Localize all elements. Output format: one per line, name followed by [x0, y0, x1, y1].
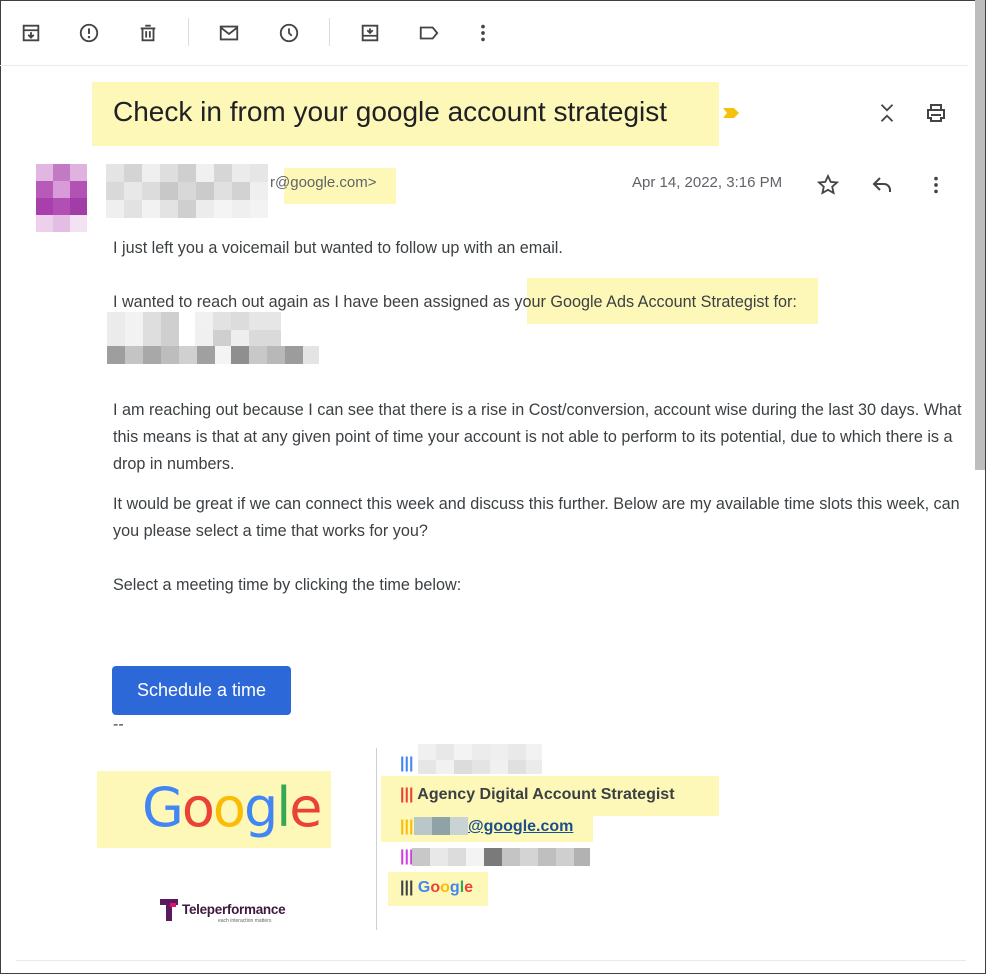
- redacted-signature-phone: [412, 848, 590, 866]
- move-to-button[interactable]: [355, 18, 385, 48]
- collapse-all-button[interactable]: [872, 98, 902, 128]
- archive-icon: [22, 24, 40, 42]
- signature-bars-red: |||: [400, 786, 414, 803]
- toolbar-divider: [329, 18, 330, 46]
- reply-button[interactable]: [867, 170, 897, 200]
- mark-unread-icon: [219, 25, 239, 41]
- print-button[interactable]: [921, 98, 951, 128]
- more-button[interactable]: [468, 18, 498, 48]
- redacted-account-name: [107, 312, 319, 364]
- print-icon: [927, 104, 945, 122]
- signature-company: Google: [417, 879, 474, 896]
- more-vert-icon: [934, 176, 938, 194]
- sender-avatar: [36, 164, 88, 232]
- star-button[interactable]: [813, 170, 843, 200]
- redacted-signature-email: [414, 817, 468, 835]
- schedule-time-button[interactable]: Schedule a time: [112, 666, 291, 715]
- label-button[interactable]: [414, 18, 444, 48]
- body-paragraph: I just left you a voicemail but wanted t…: [113, 239, 563, 257]
- email-subject: Check in from your google account strate…: [113, 96, 668, 127]
- teleperformance-tagline: each interaction matters: [218, 918, 272, 924]
- signature-bars-gray: |||: [400, 879, 414, 896]
- teleperformance-logo: Teleperformance each interaction matters: [160, 897, 300, 927]
- body-paragraph: I am reaching out because I can see that…: [113, 401, 962, 473]
- archive-button[interactable]: [16, 18, 46, 48]
- redacted-signature-name: [418, 744, 542, 774]
- message-more-button[interactable]: [921, 170, 951, 200]
- google-logo: Google: [142, 776, 322, 839]
- more-icon: [481, 24, 485, 42]
- bottom-divider: [16, 960, 966, 961]
- label-icon: [419, 26, 439, 40]
- redacted-sender-name: [106, 164, 278, 218]
- signature-separator: --: [113, 716, 124, 733]
- move-to-icon: [361, 24, 379, 42]
- signature-bars-blue: |||: [400, 755, 414, 772]
- report-spam-icon: [79, 23, 99, 43]
- teleperformance-mark-icon: [160, 899, 178, 921]
- delete-button[interactable]: [133, 18, 163, 48]
- email-date: Apr 14, 2022, 3:16 PM: [632, 174, 783, 191]
- reply-icon: [872, 177, 891, 192]
- scrollbar[interactable]: [975, 0, 985, 470]
- highlighted-text: s your Google Ads Account Strategist: [501, 293, 770, 311]
- mark-unread-button[interactable]: [214, 18, 244, 48]
- snooze-button[interactable]: [274, 18, 304, 48]
- signature-bars-yellow: |||: [400, 818, 414, 835]
- star-icon: [816, 173, 840, 195]
- signature-company-line: ||| Google: [400, 879, 473, 897]
- snooze-icon: [279, 23, 299, 43]
- report-spam-button[interactable]: [74, 18, 104, 48]
- signature-email-link[interactable]: @google.com: [468, 818, 573, 836]
- sender-address: r@google.com>: [270, 174, 377, 191]
- body-paragraph: Select a meeting time by clicking the ti…: [113, 576, 462, 594]
- collapse-icon: [880, 104, 894, 122]
- signature-title-line: ||| Agency Digital Account Strategist: [400, 786, 675, 804]
- toolbar-divider: [188, 18, 189, 46]
- signature-title: Agency Digital Account Strategist: [417, 786, 675, 803]
- signature-divider: [376, 748, 377, 930]
- delete-icon: [140, 24, 156, 42]
- text-segment: I wanted to reach out again as I have be…: [113, 293, 502, 311]
- text-segment: for:: [769, 293, 797, 311]
- important-marker-icon[interactable]: [721, 106, 741, 120]
- toolbar: [0, 0, 968, 66]
- teleperformance-wordmark: Teleperformance: [182, 902, 286, 917]
- body-paragraph: It would be great if we can connect this…: [113, 495, 960, 540]
